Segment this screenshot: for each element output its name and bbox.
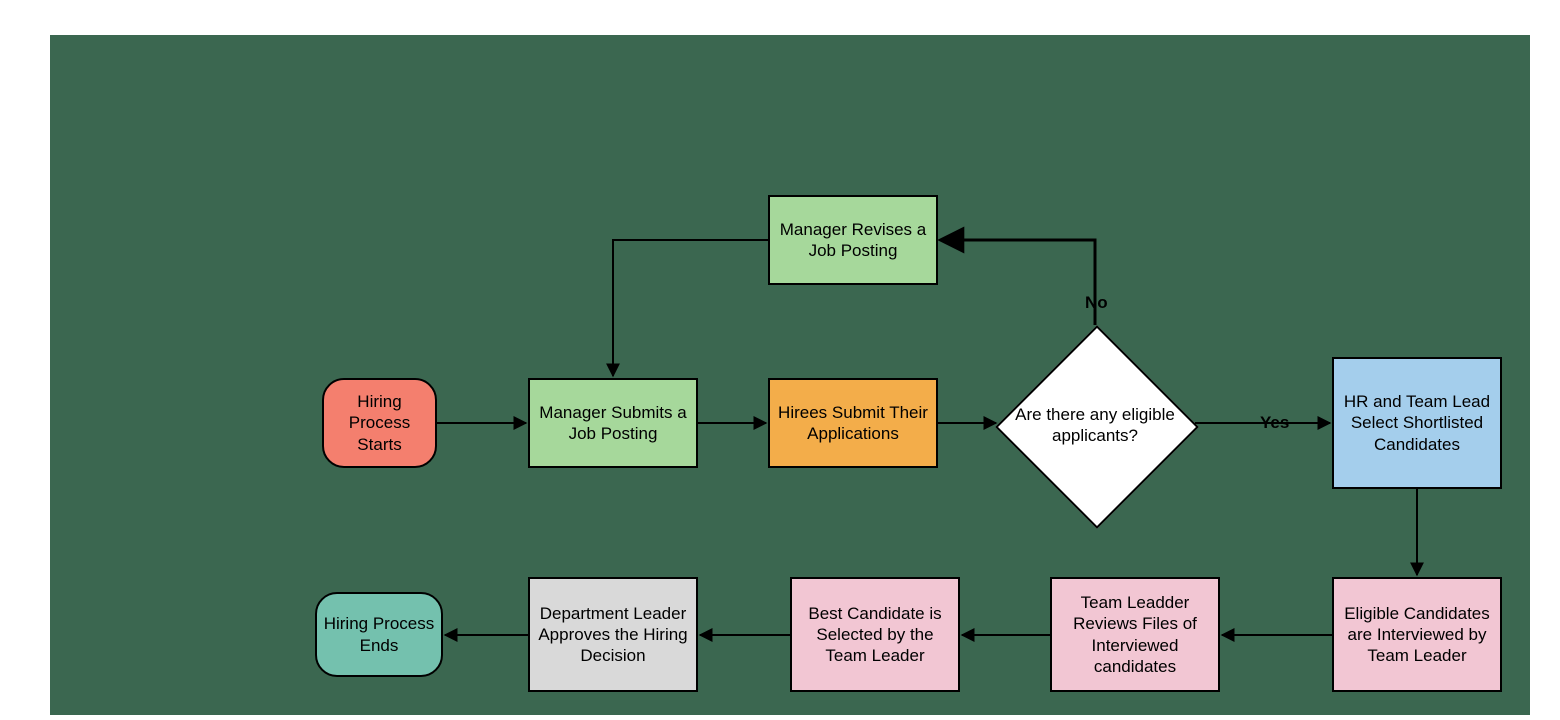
node-eligible-label: Are there any eligible applicants? [1015,404,1175,447]
node-review: Team Leadder Reviews Files of Interviewe… [1050,577,1220,692]
flowchart-canvas: Manager Revises a Job Posting Hiring Pro… [50,35,1530,715]
node-select: Best Candidate is Selected by the Team L… [790,577,960,692]
node-eligible: Are there any eligible applicants? [995,325,1195,525]
node-apply: Hirees Submit Their Applications [768,378,938,468]
node-revise: Manager Revises a Job Posting [768,195,938,285]
node-end: Hiring Process Ends [315,592,443,677]
node-start: Hiring Process Starts [322,378,437,468]
node-approve: Department Leader Approves the Hiring De… [528,577,698,692]
edge-label-yes: Yes [1260,413,1289,433]
node-shortlist: HR and Team Lead Select Shortlisted Cand… [1332,357,1502,489]
node-submit: Manager Submits a Job Posting [528,378,698,468]
edge-label-no: No [1085,293,1108,313]
node-interview: Eligible Candidates are Interviewed by T… [1332,577,1502,692]
